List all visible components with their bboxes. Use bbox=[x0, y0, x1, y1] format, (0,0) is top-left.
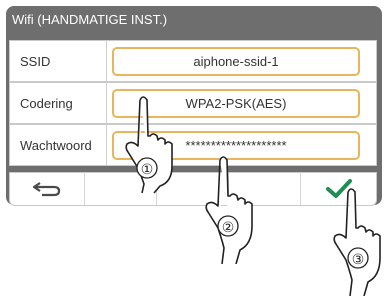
hand-pointer-icon: ① bbox=[125, 96, 173, 194]
page-title: Wifi (HANDMATIGE INST.) bbox=[12, 12, 168, 27]
callout-1: ① bbox=[141, 162, 154, 178]
hand-pointer-icon: ③ bbox=[333, 188, 381, 296]
password-label: Wachtwoord bbox=[20, 138, 92, 153]
divider bbox=[106, 125, 107, 165]
callout-2: ② bbox=[222, 220, 235, 236]
callout-3: ③ bbox=[352, 252, 365, 268]
ssid-row: SSID aiphone-ssid-1 bbox=[9, 40, 377, 82]
divider bbox=[106, 41, 107, 81]
back-button[interactable] bbox=[10, 173, 85, 205]
encryption-row: Codering WPA2-PSK(AES) bbox=[9, 82, 377, 124]
ssid-field[interactable]: aiphone-ssid-1 bbox=[112, 47, 360, 76]
back-arrow-icon bbox=[32, 182, 61, 197]
divider bbox=[106, 83, 107, 123]
hand-pointer-icon: ② bbox=[205, 156, 253, 264]
ssid-label: SSID bbox=[20, 54, 51, 69]
encryption-label: Codering bbox=[20, 96, 73, 111]
